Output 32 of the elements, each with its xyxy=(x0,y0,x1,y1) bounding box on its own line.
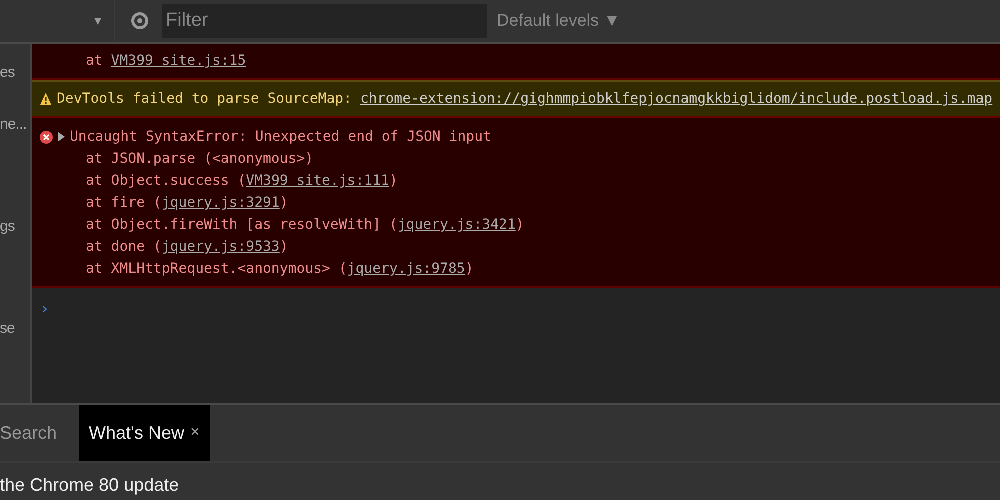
stack-frame: at fire (jquery.js:3291) xyxy=(40,192,990,214)
sidebar-item[interactable]: ne... xyxy=(0,116,27,133)
source-link[interactable]: jquery.js:9533 xyxy=(162,239,280,255)
sidebar-item[interactable]: es xyxy=(0,64,15,81)
filter-field[interactable]: Filter xyxy=(162,4,487,38)
levels-dropdown[interactable]: Default levels ▼ xyxy=(497,11,621,31)
stack-frame: at VM399 site.js:15 xyxy=(40,50,990,72)
stack-frame: at JSON.parse (<anonymous>) xyxy=(40,148,990,170)
source-link[interactable]: jquery.js:3421 xyxy=(398,217,516,233)
warning-icon xyxy=(40,92,52,106)
close-icon[interactable]: × xyxy=(190,424,200,442)
stack-frame: at XMLHttpRequest.<anonymous> (jquery.js:9785) xyxy=(40,258,990,280)
source-link[interactable]: VM399 site.js:111 xyxy=(246,173,390,189)
stack-frame: at done (jquery.js:9533) xyxy=(40,236,990,258)
sidebar-item[interactable]: gs xyxy=(0,218,15,235)
whats-new-text: the Chrome 80 update xyxy=(0,475,180,496)
message-text: DevTools failed to parse SourceMap: chrome-extension://gighmmpiobklfepjocnamgkkbiglidom/include.postload.js.map xyxy=(57,90,993,109)
source-link[interactable]: jquery.js:9785 xyxy=(347,261,466,277)
prompt-icon: › xyxy=(40,299,50,318)
sidebar-item[interactable]: se xyxy=(0,320,15,337)
drawer-tab[interactable]: Search xyxy=(0,405,68,461)
stack-frame: at Object.success (VM399 site.js:111) xyxy=(40,170,990,192)
drawer-tab[interactable]: What's New × xyxy=(79,405,210,461)
caret-icon[interactable]: ▼ xyxy=(92,14,104,28)
source-link[interactable]: chrome-extension://gighmmpiobklfepjocnamgkkbiglidom/include.postload.js.map xyxy=(360,91,993,107)
expand-triangle-icon[interactable] xyxy=(58,132,65,142)
source-link[interactable]: VM399 site.js:15 xyxy=(111,53,246,69)
source-link[interactable]: jquery.js:3291 xyxy=(162,195,280,211)
message-text: Uncaught SyntaxError: Unexpected end of JSON input xyxy=(70,128,492,147)
eye-icon[interactable] xyxy=(131,12,149,30)
stack-frame: at Object.fireWith [as resolveWith] (jquery.js:3421) xyxy=(40,214,990,236)
error-icon xyxy=(40,130,53,144)
